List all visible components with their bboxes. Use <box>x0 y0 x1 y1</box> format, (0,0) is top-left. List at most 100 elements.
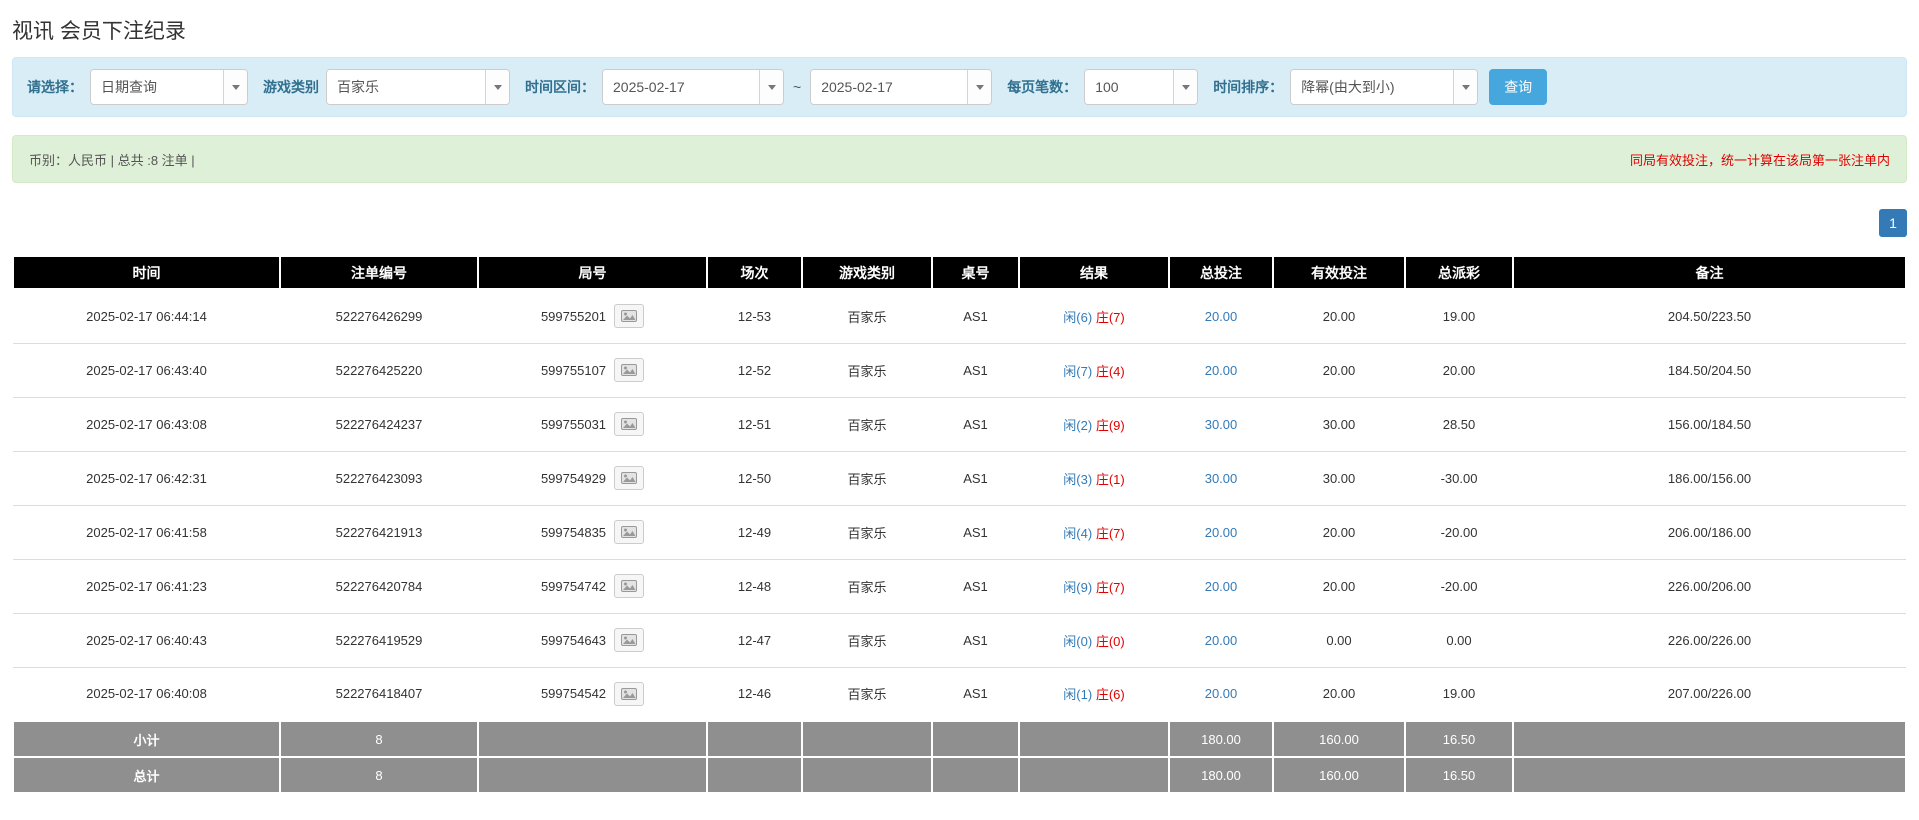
cell-valid-bet: 30.00 <box>1273 451 1405 506</box>
total-bet-link[interactable]: 20.00 <box>1205 363 1238 378</box>
page-size-dropdown-button[interactable] <box>1173 70 1198 104</box>
date-to-select[interactable] <box>810 69 993 105</box>
date-from-dropdown-button[interactable] <box>759 70 783 104</box>
cell-game-type: 百家乐 <box>802 505 932 560</box>
summary-currency-count: 币别：人民币 | 总共 :8 注单 | <box>29 152 195 168</box>
search-button[interactable]: 查询 <box>1489 69 1548 105</box>
time-sort-select[interactable] <box>1290 69 1479 105</box>
round-replay-icon-button[interactable] <box>614 304 645 329</box>
col-total-bet: 总投注 <box>1168 255 1274 290</box>
chevron-down-icon <box>1461 84 1470 90</box>
cell-valid-bet: 20.00 <box>1273 289 1405 344</box>
round-replay-icon-button[interactable] <box>614 628 645 652</box>
round-replay-icon-button[interactable] <box>614 412 645 436</box>
total-bet-link[interactable]: 20.00 <box>1205 525 1238 540</box>
cell-round-id: 599755031 <box>478 397 707 452</box>
query-type-input[interactable] <box>91 70 223 104</box>
date-to-input[interactable] <box>811 70 968 104</box>
cell-valid-bet: 30.00 <box>1273 397 1405 452</box>
page-1-button[interactable]: 1 <box>1879 209 1907 237</box>
cell-valid-bet: 20.00 <box>1273 667 1405 722</box>
result-banker: 庄(9) <box>1095 417 1125 433</box>
round-replay-icon-button[interactable] <box>614 466 645 490</box>
cell-result: 闲(2) 庄(9) <box>1019 397 1169 452</box>
table-row: 2025-02-17 06:44:14 522276426299 5997552… <box>13 289 1906 344</box>
table-row: 2025-02-17 06:41:58 522276421913 5997548… <box>13 505 1906 560</box>
cell-session: 12-49 <box>707 505 802 560</box>
subtotal-payout: 16.50 <box>1404 720 1514 758</box>
chevron-down-icon <box>767 84 776 90</box>
table-row: 2025-02-17 06:41:23 522276420784 5997547… <box>13 559 1906 614</box>
round-replay-icon-button[interactable] <box>614 520 645 544</box>
total-bet-link[interactable]: 30.00 <box>1205 417 1238 432</box>
picture-icon <box>621 634 638 646</box>
result-banker: 庄(1) <box>1095 471 1125 487</box>
date-from-input[interactable] <box>603 70 759 104</box>
total-bet-link[interactable]: 20.00 <box>1205 633 1238 648</box>
total-bet-link[interactable]: 20.00 <box>1205 579 1238 594</box>
result-player: 闲(1) <box>1063 687 1093 703</box>
date-from-select[interactable] <box>602 69 784 105</box>
subtotal-row: 小计 8 180.00 160.00 16.50 <box>12 720 1907 758</box>
game-type-select[interactable] <box>326 69 510 105</box>
bet-records-table: 时间 注单编号 局号 场次 游戏类别 桌号 结果 总投注 有效投注 总派彩 备注… <box>12 255 1907 794</box>
grand-total-empty-cell <box>477 756 708 794</box>
cell-session: 12-47 <box>707 613 802 668</box>
cell-payout: 0.00 <box>1405 613 1513 668</box>
cell-table-no: AS1 <box>932 613 1019 668</box>
round-replay-icon-button[interactable] <box>614 574 645 598</box>
page-size-input[interactable] <box>1085 70 1174 104</box>
cell-result: 闲(4) 庄(7) <box>1019 505 1169 560</box>
subtotal-empty-cell <box>931 720 1020 758</box>
round-replay-icon-button[interactable] <box>614 358 645 382</box>
picture-icon <box>621 364 638 376</box>
subtotal-empty-cell <box>706 720 803 758</box>
page-title: 视讯 会员下注纪录 <box>12 20 186 43</box>
cell-payout: -20.00 <box>1405 559 1513 614</box>
total-bet-link[interactable]: 30.00 <box>1205 471 1238 486</box>
time-sort-dropdown-button[interactable] <box>1453 70 1478 104</box>
cell-valid-bet: 0.00 <box>1273 613 1405 668</box>
picture-icon <box>621 418 638 430</box>
round-replay-icon-button[interactable] <box>614 681 645 706</box>
table-header-row: 时间 注单编号 局号 场次 游戏类别 桌号 结果 总投注 有效投注 总派彩 备注 <box>12 255 1907 290</box>
cell-bet-id: 522276420784 <box>280 559 478 614</box>
date-to-dropdown-button[interactable] <box>967 70 992 104</box>
cell-payout: 19.00 <box>1405 289 1513 344</box>
cell-session: 12-46 <box>707 667 802 722</box>
picture-icon <box>621 310 638 323</box>
total-bet-link[interactable]: 20.00 <box>1205 309 1238 324</box>
cell-bet-id: 522276424237 <box>280 397 478 452</box>
round-id-value: 599754542 <box>540 686 607 702</box>
cell-round-id: 599754929 <box>478 451 707 506</box>
cell-time: 2025-02-17 06:44:14 <box>13 289 280 344</box>
result-player: 闲(7) <box>1063 363 1093 379</box>
cell-round-id: 599755107 <box>478 343 707 398</box>
cell-result: 闲(9) 庄(7) <box>1019 559 1169 614</box>
game-type-dropdown-button[interactable] <box>485 70 509 104</box>
cell-game-type: 百家乐 <box>802 289 932 344</box>
query-type-select[interactable] <box>90 69 248 105</box>
round-id-value: 599754643 <box>540 632 607 648</box>
col-session: 场次 <box>706 255 803 290</box>
table-row: 2025-02-17 06:40:08 522276418407 5997545… <box>13 667 1906 722</box>
result-banker: 庄(6) <box>1095 687 1125 703</box>
grand-total-empty-cell <box>1018 756 1170 794</box>
chevron-down-icon <box>975 84 984 90</box>
col-round-id: 局号 <box>477 255 708 290</box>
subtotal-empty-cell <box>1512 720 1907 758</box>
cell-session: 12-50 <box>707 451 802 506</box>
total-bet-link[interactable]: 20.00 <box>1205 686 1238 701</box>
round-id-value: 599755201 <box>540 308 607 324</box>
cell-time: 2025-02-17 06:41:58 <box>13 505 280 560</box>
pagination: 1 <box>12 209 1907 237</box>
time-sort-input[interactable] <box>1291 70 1454 104</box>
cell-bet-id: 522276426299 <box>280 289 478 344</box>
chevron-down-icon <box>1181 84 1190 90</box>
summary-bar: 币别：人民币 | 总共 :8 注单 | 同局有效投注，统一计算在该局第一张注单内 <box>12 135 1907 183</box>
result-banker: 庄(7) <box>1095 309 1125 325</box>
page-size-select[interactable] <box>1084 69 1199 105</box>
query-type-dropdown-button[interactable] <box>223 70 247 104</box>
subtotal-empty-cell <box>801 720 933 758</box>
game-type-input[interactable] <box>327 70 485 104</box>
